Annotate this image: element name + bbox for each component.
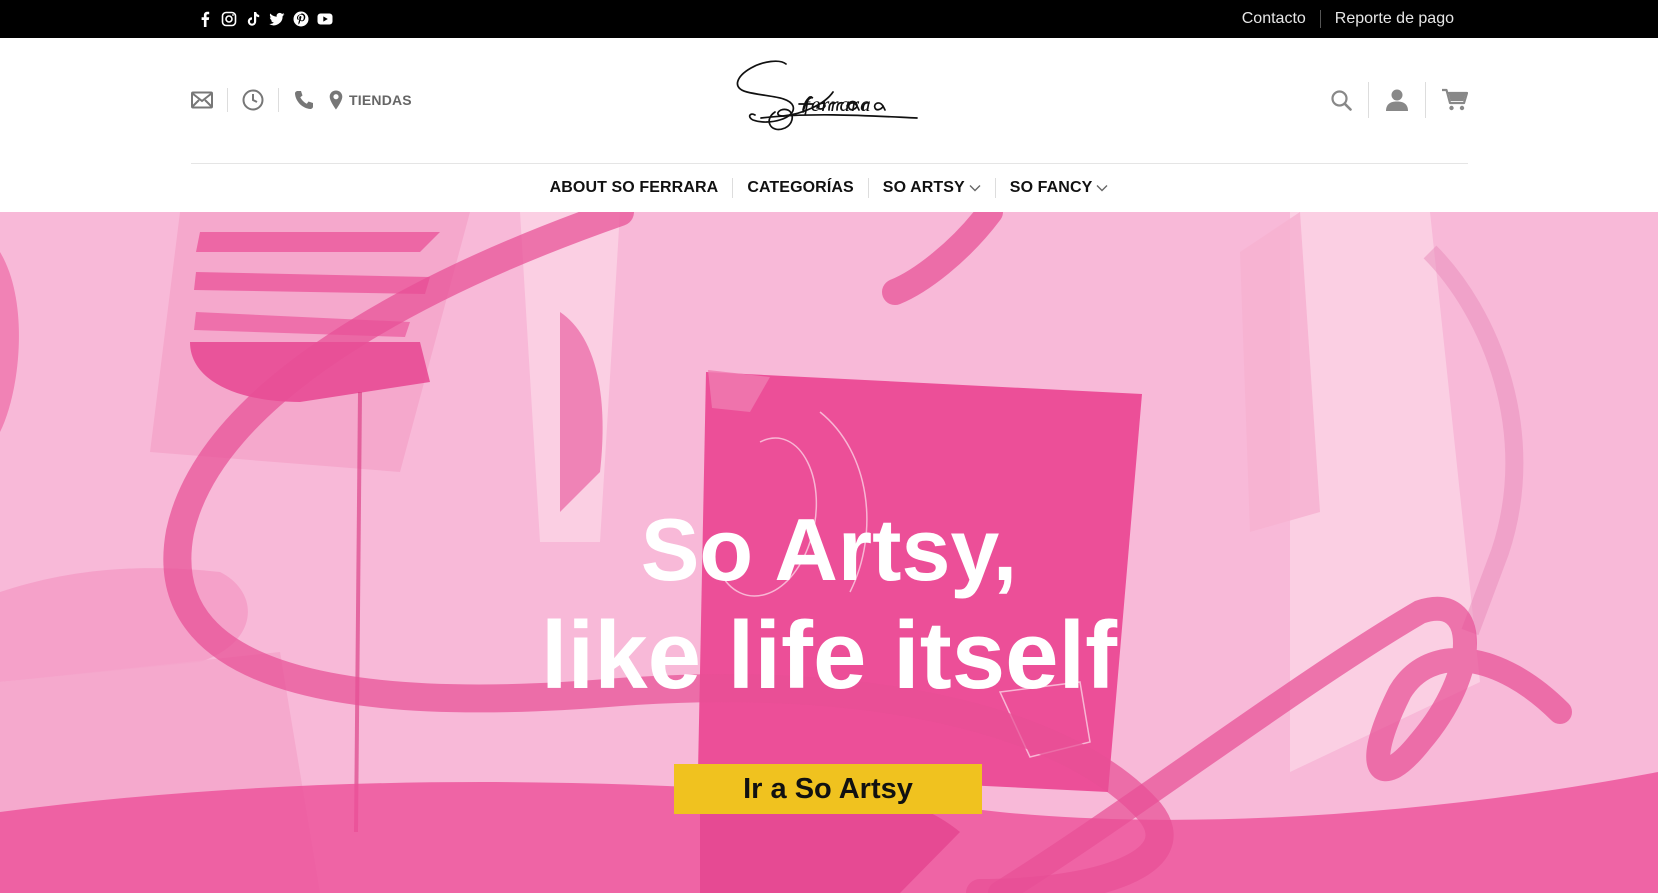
header-contact-icons: TIENDAS [191, 88, 412, 112]
tiktok-icon[interactable] [244, 9, 262, 29]
nav-item-label: CATEGORÍAS [747, 179, 854, 196]
svg-text:ferrara: ferrara [804, 92, 872, 116]
site-header: TIENDAS ferrara ABOUT SO FERRARA CATEGOR… [0, 38, 1658, 212]
user-icon[interactable] [1385, 89, 1409, 111]
youtube-icon[interactable] [316, 9, 334, 29]
contact-link[interactable]: Contacto [1228, 10, 1320, 28]
nav-item-so-fancy[interactable]: SO FANCY [996, 179, 1123, 197]
header-divider [1425, 82, 1426, 118]
stores-link[interactable]: TIENDAS [329, 90, 412, 110]
main-nav: ABOUT SO FERRARA CATEGORÍAS SO ARTSY SO … [0, 164, 1658, 212]
twitter-icon[interactable] [268, 9, 286, 29]
top-bar: Contacto Reporte de pago [0, 0, 1658, 38]
facebook-icon[interactable] [196, 9, 214, 29]
header-divider [1368, 82, 1369, 118]
hero-title-line-2: like life itself [540, 602, 1118, 709]
cta-button[interactable]: Ir a So Artsy [674, 764, 982, 814]
stores-label: TIENDAS [349, 92, 412, 108]
nav-item-about[interactable]: ABOUT SO FERRARA [536, 179, 733, 197]
search-icon[interactable] [1330, 89, 1352, 111]
phone-icon[interactable] [293, 89, 315, 111]
chevron-down-icon [1096, 185, 1108, 192]
top-links: Contacto Reporte de pago [1228, 0, 1468, 38]
chevron-down-icon [969, 185, 981, 192]
social-links [196, 9, 334, 29]
instagram-icon[interactable] [220, 9, 238, 29]
payment-report-link[interactable]: Reporte de pago [1321, 10, 1468, 28]
header-divider [278, 88, 279, 112]
mail-icon[interactable] [191, 91, 213, 109]
cart-icon[interactable] [1442, 88, 1468, 112]
hero-title-line-1: So Artsy, [640, 500, 1018, 599]
nav-item-label: ABOUT SO FERRARA [549, 179, 719, 196]
nav-item-so-artsy[interactable]: SO ARTSY [869, 179, 995, 197]
pinterest-icon[interactable] [292, 9, 310, 29]
so-ferrara-logo-graphic: ferrara [736, 60, 918, 131]
header-account-icons [1330, 80, 1468, 120]
clock-icon[interactable] [242, 89, 264, 111]
nav-item-categories[interactable]: CATEGORÍAS [733, 179, 867, 197]
nav-item-label: SO ARTSY [882, 179, 965, 196]
map-pin-icon [329, 90, 343, 110]
nav-item-label: SO FANCY [1009, 179, 1093, 196]
site-logo[interactable]: ferrara [733, 60, 923, 134]
hero-banner: So Artsy, like life itself Ir a So Artsy [0, 212, 1658, 893]
header-divider [227, 88, 228, 112]
